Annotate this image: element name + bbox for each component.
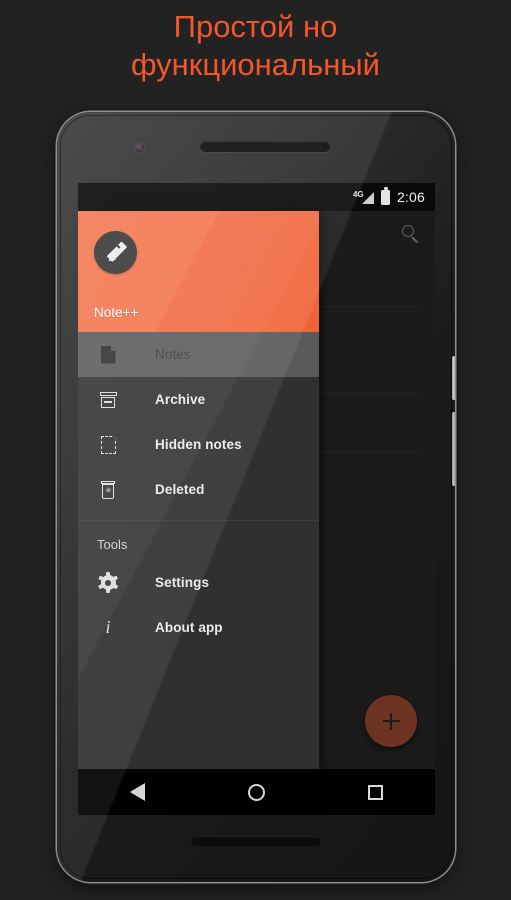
signal-bars: [361, 191, 374, 204]
drawer-item-label: Settings: [155, 575, 210, 590]
back-icon[interactable]: [129, 783, 145, 801]
search-icon-handle: [411, 235, 419, 243]
drawer-item-settings[interactable]: Settings: [78, 560, 319, 605]
network-type-label: 4G: [352, 189, 364, 199]
drawer-header: Note++: [78, 211, 319, 332]
drawer-item-label: Notes: [155, 347, 191, 362]
archive-lid: [99, 391, 117, 396]
drawer-item-about-app[interactable]: i About app: [78, 605, 319, 650]
drawer-item-label: Hidden notes: [155, 437, 242, 452]
camera-lens-dot: [139, 147, 142, 150]
promo-headline: Простой но функциональный: [131, 9, 380, 82]
trash-icon: ✳: [97, 479, 119, 501]
hidden-note-icon: [97, 434, 119, 456]
document-sheet: [100, 345, 116, 364]
drawer-item-label: Archive: [155, 392, 206, 407]
earpiece-speaker: [200, 141, 330, 152]
hidden-note-corner: [111, 434, 117, 440]
power-button[interactable]: [452, 356, 455, 400]
pencil-icon: [105, 241, 127, 264]
trash-glyph: ✳: [105, 486, 112, 495]
info-icon-glyph: i: [105, 617, 111, 637]
phone-device-frame: 4G 2:06 оо 29/10/2016 14:02: [57, 112, 455, 882]
phone-screen: 4G 2:06 оо 29/10/2016 14:02: [78, 183, 435, 815]
drawer-item-archive[interactable]: Archive: [78, 377, 319, 422]
recents-icon[interactable]: [368, 784, 384, 800]
app-name-label: Note++: [94, 305, 139, 320]
front-camera: [135, 143, 144, 152]
drawer-section-title: Tools: [97, 537, 128, 552]
drawer-menu: Notes Archive Hidden notes ✳ Deleted Too…: [78, 332, 319, 650]
drawer-item-hidden-notes[interactable]: Hidden notes: [78, 422, 319, 467]
hidden-note-icon-shape: [100, 434, 117, 454]
android-navigation-bar: [78, 769, 435, 815]
document-icon-shape: [100, 345, 116, 364]
document-fold: [110, 345, 116, 351]
app-avatar: [94, 231, 137, 274]
document-icon: [97, 344, 119, 366]
search-icon-ring: [402, 224, 414, 237]
status-bar-clock: 2:06: [396, 189, 425, 205]
add-note-fab[interactable]: [365, 695, 417, 747]
battery-full-icon: [380, 187, 390, 205]
trash-icon-shape: ✳: [101, 480, 115, 499]
gear-hole: [105, 579, 111, 586]
search-icon[interactable]: [402, 224, 421, 244]
screenshot-stage: Простой но функциональный 4G 2:06 Note++…: [0, 0, 511, 900]
signal-4g-icon: 4G: [352, 189, 374, 205]
volume-rocker-button[interactable]: [452, 412, 455, 486]
navigation-drawer: Note++ Notes Archive Hidden notes ✳ Dele…: [78, 211, 319, 769]
archive-handle: [104, 401, 112, 403]
drawer-item-label: About app: [155, 620, 223, 635]
home-icon[interactable]: [247, 783, 265, 801]
status-bar: 4G 2:06: [78, 183, 435, 211]
drawer-item-notes[interactable]: Notes: [78, 332, 319, 377]
plus-icon: [382, 712, 400, 730]
gear-icon: [97, 572, 119, 594]
gear-icon-shape: [97, 572, 119, 593]
drawer-item-label: Deleted: [155, 482, 205, 497]
archive-box-icon-shape: [99, 391, 117, 408]
archive-box-icon: [97, 389, 119, 411]
info-icon: i: [97, 617, 119, 639]
bottom-speaker-grille: [191, 836, 321, 846]
drawer-item-deleted[interactable]: ✳ Deleted: [78, 467, 319, 512]
